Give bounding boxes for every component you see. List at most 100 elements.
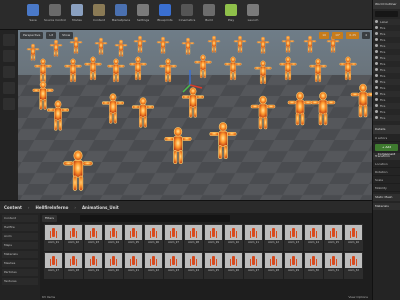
toolbar-button-marketplace[interactable]: Marketplace <box>110 0 132 30</box>
camera-speed-button[interactable]: 4 <box>362 32 370 39</box>
asset-tile[interactable]: Anim_15 <box>324 224 343 251</box>
visibility-icon[interactable] <box>375 74 378 77</box>
visibility-icon[interactable] <box>375 116 378 119</box>
mode-landscape[interactable] <box>3 66 15 78</box>
figure-part <box>260 40 266 49</box>
visibility-icon[interactable] <box>375 38 378 41</box>
asset-tile[interactable]: Anim_05 <box>124 224 143 251</box>
perspective-button[interactable]: Perspective <box>20 32 44 39</box>
asset-tile[interactable]: Anim_28 <box>264 252 283 279</box>
visibility-icon[interactable] <box>375 92 378 95</box>
asset-tile[interactable]: Anim_32 <box>344 252 363 279</box>
lit-button[interactable]: Lit <box>46 32 57 39</box>
grid-snap-button[interactable]: 10 <box>319 32 330 39</box>
mode-geometry[interactable] <box>3 98 15 110</box>
asset-tile[interactable]: Anim_21 <box>124 252 143 279</box>
toolbar-button-settings[interactable]: Settings <box>132 0 154 30</box>
visibility-icon[interactable] <box>375 50 378 53</box>
figure-part <box>160 40 166 49</box>
crumb-content[interactable]: Content <box>4 205 22 210</box>
show-button[interactable]: Show <box>59 32 74 39</box>
asset-tile[interactable]: Anim_22 <box>144 252 163 279</box>
toolbar-button-build[interactable]: Build <box>198 0 220 30</box>
toolbar-button-content[interactable]: Content <box>88 0 110 30</box>
add-component-button[interactable]: + Add Component <box>375 144 398 156</box>
visibility-icon[interactable] <box>375 32 378 35</box>
toolbar-button-launch[interactable]: Launch <box>242 0 264 30</box>
mode-paint[interactable] <box>3 50 15 62</box>
figure-part <box>285 46 288 53</box>
visibility-icon[interactable] <box>375 26 378 29</box>
asset-tile[interactable]: Anim_08 <box>184 224 203 251</box>
toolbar-button-save[interactable]: Save <box>22 0 44 30</box>
angle-snap-button[interactable]: 10° <box>332 32 344 39</box>
visibility-icon[interactable] <box>375 68 378 71</box>
folder-item[interactable]: Anim <box>2 233 38 240</box>
section-transform[interactable]: Transform <box>373 153 400 160</box>
outliner-row-label: Fire <box>380 116 386 120</box>
visibility-icon[interactable] <box>375 44 378 47</box>
asset-tile[interactable]: Anim_26 <box>224 252 243 279</box>
asset-tile[interactable]: Anim_23 <box>164 252 183 279</box>
asset-tile[interactable]: Anim_27 <box>244 252 263 279</box>
asset-tile[interactable]: Anim_13 <box>284 224 303 251</box>
outliner-search[interactable] <box>375 11 398 17</box>
visibility-icon[interactable] <box>375 62 378 65</box>
asset-tile[interactable]: Anim_14 <box>304 224 323 251</box>
folder-item[interactable]: Textures <box>2 278 38 285</box>
asset-tile[interactable]: Anim_18 <box>64 252 83 279</box>
content-icon <box>93 4 105 16</box>
section-materials[interactable]: Materials <box>373 203 400 210</box>
view-options-button[interactable]: View Options <box>348 295 368 299</box>
asset-tile[interactable]: Anim_03 <box>84 224 103 251</box>
section-static-mesh[interactable]: Static Mesh <box>373 194 400 201</box>
asset-tile[interactable]: Anim_17 <box>44 252 63 279</box>
folder-item[interactable]: Materials <box>2 251 38 258</box>
asset-thumbnail <box>265 225 282 240</box>
toolbar-button-modes[interactable]: Modes <box>66 0 88 30</box>
asset-tile[interactable]: Anim_16 <box>344 224 363 251</box>
asset-tile[interactable]: Anim_24 <box>184 252 203 279</box>
toolbar-button-blueprints[interactable]: Blueprints <box>154 0 176 30</box>
asset-tile[interactable]: Anim_25 <box>204 252 223 279</box>
asset-tile[interactable]: Anim_19 <box>84 252 103 279</box>
asset-tile[interactable]: Anim_04 <box>104 224 123 251</box>
asset-tile[interactable]: Anim_20 <box>104 252 123 279</box>
toolbar-button-source-control[interactable]: Source Control <box>44 0 66 30</box>
filters-button[interactable]: Filters <box>42 215 57 222</box>
crumb-hellfire[interactable]: HellfireInferno <box>36 205 69 210</box>
asset-tile[interactable]: Anim_12 <box>264 224 283 251</box>
outliner-row[interactable]: Fire <box>373 115 400 121</box>
asset-thumbnail <box>245 225 262 240</box>
folder-item[interactable]: Particles <box>2 269 38 276</box>
visibility-icon[interactable] <box>375 98 378 101</box>
asset-tile[interactable]: Anim_30 <box>304 252 323 279</box>
mode-place[interactable] <box>3 34 15 46</box>
crumb-animations[interactable]: Animations_Unit <box>82 205 119 210</box>
folder-item[interactable]: Meshes <box>2 260 38 267</box>
toolbar-button-cinematics[interactable]: Cinematics <box>176 0 198 30</box>
visibility-icon[interactable] <box>375 104 378 107</box>
visibility-icon[interactable] <box>375 20 378 23</box>
visibility-icon[interactable] <box>375 86 378 89</box>
asset-tile[interactable]: Anim_29 <box>284 252 303 279</box>
level-viewport[interactable]: Perspective Lit Show 10 10° 0.25 4 <box>18 30 372 200</box>
folder-item[interactable]: Maps <box>2 242 38 249</box>
visibility-icon[interactable] <box>375 56 378 59</box>
folder-item[interactable]: Hellfire <box>2 224 38 231</box>
asset-tile[interactable]: Anim_06 <box>144 224 163 251</box>
asset-tile[interactable]: Anim_31 <box>324 252 343 279</box>
asset-tile[interactable]: Anim_09 <box>204 224 223 251</box>
asset-tile[interactable]: Anim_02 <box>64 224 83 251</box>
scale-snap-button[interactable]: 0.25 <box>346 32 360 39</box>
asset-tile[interactable]: Anim_01 <box>44 224 63 251</box>
visibility-icon[interactable] <box>375 110 378 113</box>
asset-tile[interactable]: Anim_07 <box>164 224 183 251</box>
asset-tile[interactable]: Anim_10 <box>224 224 243 251</box>
mode-foliage[interactable] <box>3 82 15 94</box>
asset-tile[interactable]: Anim_11 <box>244 224 263 251</box>
folder-item[interactable]: Content <box>2 215 38 222</box>
toolbar-button-play[interactable]: Play <box>220 0 242 30</box>
asset-search-input[interactable] <box>80 215 230 222</box>
visibility-icon[interactable] <box>375 80 378 83</box>
